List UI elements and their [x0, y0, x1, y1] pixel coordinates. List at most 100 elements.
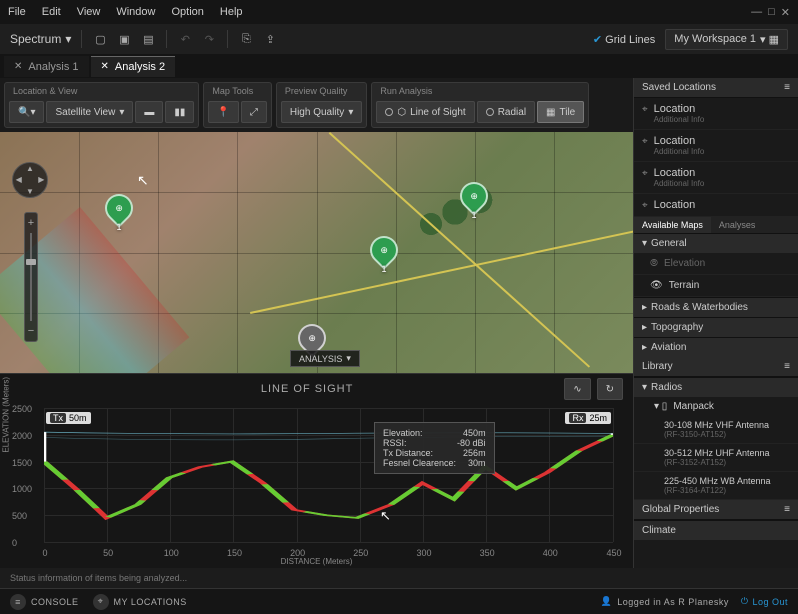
eye-off-icon[interactable]: ⦾ [650, 258, 658, 269]
pan-left-icon[interactable]: ◀ [16, 175, 22, 184]
analysis-dropdown[interactable]: ANALYSIS ▾ [290, 350, 360, 367]
group-map-tools: Map Tools 📍 ⤢ [203, 82, 271, 128]
zoom-in-icon[interactable]: + [28, 217, 34, 229]
tab-analysis-2[interactable]: ✕Analysis 2 [91, 56, 176, 77]
section-topography[interactable]: ▸ Topography [634, 317, 798, 337]
push-pin-tool[interactable]: 📍 [208, 101, 238, 123]
group-header: Run Analysis [372, 83, 588, 99]
tab-available-maps[interactable]: Available Maps [634, 217, 711, 233]
analysis-radial-radio[interactable]: Radial [477, 101, 535, 123]
app-name-dropdown[interactable]: Spectrum ▾ [10, 32, 71, 46]
pan-control[interactable]: ▲ ◀ ▶ ▼ [12, 162, 48, 198]
radio-item[interactable]: 225-450 MHz WB Antenna(RF-3164-AT122) [634, 472, 798, 500]
zoom-out-icon[interactable]: − [28, 325, 34, 337]
map-marker-3[interactable]: ⊕1 [460, 182, 488, 210]
analysis-los-radio[interactable]: ⬡ Line of Sight [376, 101, 474, 123]
redo-icon[interactable]: ↷ [201, 31, 217, 47]
logged-in-user: 👤Logged in As R Planesky [601, 596, 729, 607]
chart-canvas: 2500 2000 1500 1000 500 0 0 50 100 150 2… [44, 408, 613, 542]
close-icon[interactable]: ✕ [781, 6, 790, 19]
undo-icon[interactable]: ↶ [177, 31, 193, 47]
pan-right-icon[interactable]: ▶ [38, 175, 44, 184]
zoom-thumb[interactable] [26, 259, 36, 265]
group-location-view: Location & View 🔍▾ Satellite View ▾ ▬ ▮▮ [4, 82, 199, 128]
logout-button[interactable]: ⏻Log Out [741, 596, 788, 607]
console-button[interactable]: ≡CONSOLE [10, 594, 79, 610]
menu-edit[interactable]: Edit [42, 6, 61, 18]
library-header[interactable]: Library≡ [634, 357, 798, 377]
group-preview-quality: Preview Quality High Quality ▾ [276, 82, 368, 128]
tree-manpack[interactable]: ▾ ▯ Manpack [634, 397, 798, 416]
map-viewport[interactable]: ⊕1 ⊕1 ⊕1 ⊕1 ▲ ◀▶ ▼ + − ANALYSIS ▾ ↖ [0, 132, 633, 373]
y-axis-label: ELEVATION (Meters) [2, 377, 11, 453]
right-panel: Saved Locations≡ ⌖LocationAdditional Inf… [633, 78, 798, 568]
new-file-icon[interactable]: ▢ [92, 31, 108, 47]
menu-view[interactable]: View [77, 6, 101, 18]
layout-split-btn[interactable]: ▮▮ [165, 101, 194, 123]
pan-up-icon[interactable]: ▲ [26, 164, 34, 173]
pin-icon: ⌖ [642, 168, 648, 179]
view-mode-dropdown[interactable]: Satellite View ▾ [46, 101, 133, 123]
menu-window[interactable]: Window [116, 6, 155, 18]
pin-icon: ⌖ [642, 200, 648, 211]
panel-menu-icon[interactable]: ≡ [784, 361, 790, 372]
layout-single-btn[interactable]: ▬ [135, 101, 163, 123]
saved-locations-header[interactable]: Saved Locations≡ [634, 78, 798, 98]
group-header: Location & View [5, 83, 198, 99]
close-tab-icon[interactable]: ✕ [101, 61, 109, 72]
maximize-icon[interactable]: □ [768, 6, 775, 19]
panel-menu-icon[interactable]: ≡ [784, 504, 790, 515]
menu-option[interactable]: Option [171, 6, 203, 18]
bottom-bar: ≡CONSOLE ⌖MY LOCATIONS 👤Logged in As R P… [0, 588, 798, 614]
divider [227, 30, 228, 48]
layer-terrain[interactable]: 👁Terrain [634, 275, 798, 297]
tab-analyses[interactable]: Analyses [711, 217, 764, 233]
section-roads[interactable]: ▸ Roads & Waterbodies [634, 297, 798, 317]
chart-refresh-btn[interactable]: ↻ [597, 378, 623, 400]
zoom-slider[interactable]: + − [24, 212, 38, 342]
minimize-icon[interactable]: — [751, 6, 762, 19]
close-tab-icon[interactable]: ✕ [14, 61, 22, 72]
tab-analysis-1[interactable]: ✕Analysis 1 [4, 56, 89, 77]
section-general[interactable]: ▾ General [634, 233, 798, 253]
pin-icon: ⌖ [642, 104, 648, 115]
map-marker-1[interactable]: ⊕1 [105, 194, 133, 222]
menubar: File Edit View Window Option Help — □ ✕ [0, 0, 798, 24]
layer-elevation[interactable]: ⦾Elevation [634, 253, 798, 275]
my-locations-button[interactable]: ⌖MY LOCATIONS [93, 594, 187, 610]
location-item[interactable]: ⌖Location [634, 194, 798, 217]
location-item[interactable]: ⌖LocationAdditional Info [634, 162, 798, 194]
open-folder-icon[interactable]: ▣ [116, 31, 132, 47]
section-radios[interactable]: ▾ Radios [634, 377, 798, 397]
map-marker-4[interactable]: ⊕1 [298, 324, 326, 352]
group-run-analysis: Run Analysis ⬡ Line of Sight Radial ▦ Ti… [371, 82, 589, 128]
radio-item[interactable]: 30-512 MHz UHF Antenna(RF-3152-AT152) [634, 444, 798, 472]
copy-icon[interactable]: ⎘ [238, 31, 254, 47]
chart-body[interactable]: ELEVATION (Meters) 2500 2000 1500 1000 5… [0, 404, 633, 568]
quality-dropdown[interactable]: High Quality ▾ [281, 101, 363, 123]
search-btn[interactable]: 🔍▾ [9, 101, 44, 123]
location-item[interactable]: ⌖LocationAdditional Info [634, 130, 798, 162]
radio-item[interactable]: 30-108 MHz VHF Antenna(RF-3150-AT152) [634, 416, 798, 444]
section-climate[interactable]: Climate [634, 520, 798, 540]
chart-line-toggle[interactable]: ∿ [564, 378, 590, 400]
divider [81, 30, 82, 48]
expand-tool[interactable]: ⤢ [241, 101, 267, 123]
section-aviation[interactable]: ▸ Aviation [634, 337, 798, 357]
location-item[interactable]: ⌖LocationAdditional Info [634, 98, 798, 130]
analysis-tile-radio[interactable]: ▦ Tile [537, 101, 584, 123]
global-properties-header[interactable]: Global Properties≡ [634, 500, 798, 520]
pan-down-icon[interactable]: ▼ [26, 187, 34, 196]
menu-help[interactable]: Help [220, 6, 243, 18]
save-icon[interactable]: ▤ [140, 31, 156, 47]
workspace-selector[interactable]: My Workspace 1 ▾ ▦ [665, 29, 788, 50]
map-marker-2[interactable]: ⊕1 [370, 236, 398, 264]
menu-file[interactable]: File [8, 6, 26, 18]
chart-tooltip: Elevation:450m RSSI:-80 dBi Tx Distance:… [374, 422, 495, 474]
status-bar: Status information of items being analyz… [0, 568, 798, 588]
export-icon[interactable]: ⇪ [262, 31, 278, 47]
panel-menu-icon[interactable]: ≡ [784, 82, 790, 93]
terrain-svg [44, 408, 613, 542]
eye-icon[interactable]: 👁 [650, 280, 663, 291]
grid-lines-toggle[interactable]: ✔ Grid Lines [593, 33, 655, 46]
